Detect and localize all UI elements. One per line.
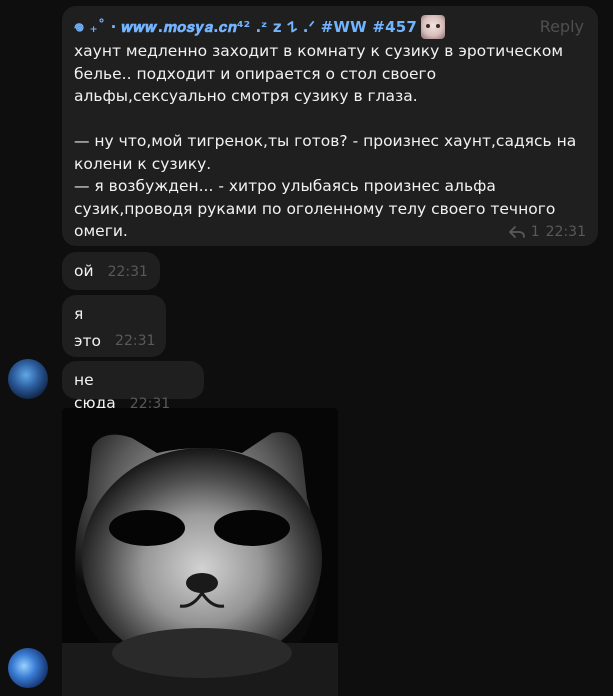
message-bubble[interactable]: 𖦹 ₊˚ ‧ 𝒘𝒘𝒘.𝒎𝒐𝒔𝒚𝒂.𝒄𝒏⁴² ․ᶻ z 𐰁 .ᐟ #WW #457…	[62, 6, 598, 246]
message-time: 22:31	[115, 332, 156, 349]
avatar[interactable]	[8, 359, 48, 399]
reply-count[interactable]: 1	[531, 224, 540, 240]
reply-button[interactable]: Reply	[540, 17, 584, 36]
message-text-line: это	[74, 331, 102, 350]
forward-source-link[interactable]: 𖦹 ₊˚ ‧ 𝒘𝒘𝒘.𝒎𝒐𝒔𝒚𝒂.𝒄𝒏⁴² ․ᶻ z 𐰁 .ᐟ #WW #457	[74, 17, 417, 37]
cat-sticker-icon	[421, 15, 446, 39]
reply-arrow-icon[interactable]	[508, 225, 525, 239]
message-meta: 1 22:31	[508, 224, 586, 240]
chat-window: 𖦹 ₊˚ ‧ 𝒘𝒘𝒘.𝒎𝒐𝒔𝒚𝒂.𝒄𝒏⁴² ․ᶻ z 𐰁 .ᐟ #WW #457…	[0, 0, 613, 696]
message-time: 22:31	[107, 264, 148, 280]
message-text: хаунт медленно заходит в комнату к сузик…	[74, 42, 577, 240]
message-time: 22:31	[545, 224, 586, 240]
cat-photo	[62, 408, 338, 696]
message-bubble[interactable]: ой 22:31	[62, 252, 160, 290]
message-text: не сюда	[74, 371, 116, 412]
message-bubble[interactable]: не сюда 22:31	[62, 361, 204, 412]
message-header: 𖦹 ₊˚ ‧ 𝒘𝒘𝒘.𝒎𝒐𝒔𝒚𝒂.𝒄𝒏⁴² ․ᶻ z 𐰁 .ᐟ #WW #457…	[74, 14, 586, 40]
message-bubble[interactable]: я это 22:31	[62, 295, 166, 357]
photo-message[interactable]	[62, 408, 338, 696]
avatar[interactable]	[8, 648, 48, 688]
message-text: ой	[74, 262, 94, 280]
message-text-line: я	[74, 305, 84, 323]
